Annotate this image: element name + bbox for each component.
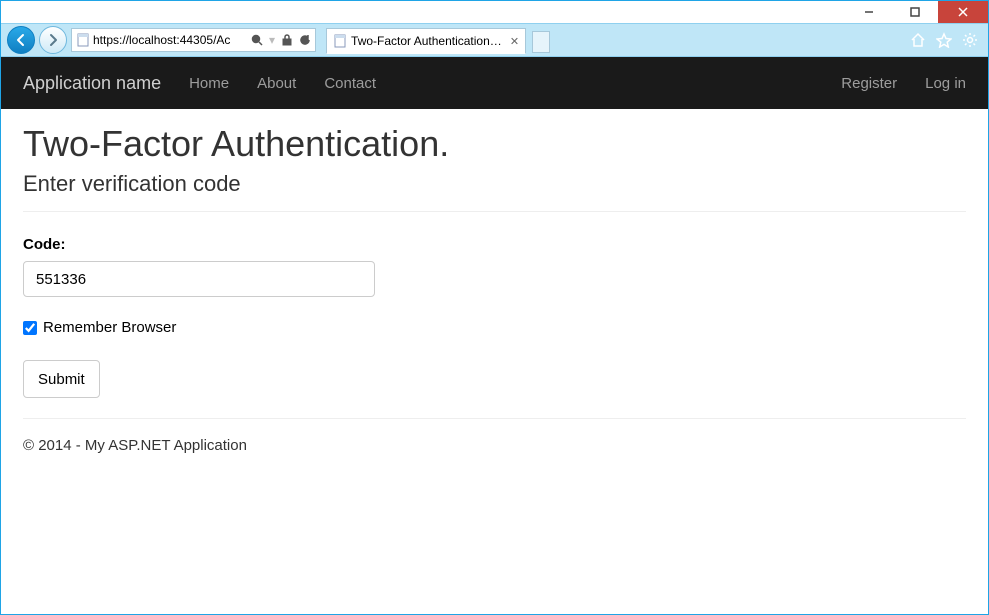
separator: ▾ [269, 33, 275, 47]
verification-form: Code: Remember Browser Submit [23, 212, 966, 418]
page-icon [76, 33, 90, 47]
back-button[interactable] [7, 26, 35, 54]
minimize-button[interactable] [846, 1, 892, 23]
settings-icon[interactable] [962, 32, 978, 48]
nav-link-home[interactable]: Home [189, 75, 229, 92]
new-tab-button[interactable] [532, 31, 550, 53]
site-navbar: Application name Home About Contact Regi… [1, 57, 988, 109]
tab-title: Two-Factor Authentication ... [351, 34, 502, 48]
address-bar-icons: ▾ [251, 33, 311, 47]
code-input[interactable] [23, 261, 375, 297]
window-titlebar [1, 1, 988, 23]
submit-button[interactable]: Submit [23, 360, 100, 398]
lock-icon [281, 34, 293, 46]
page-content: Application name Home About Contact Regi… [1, 57, 988, 614]
page-subheading: Enter verification code [23, 171, 966, 197]
home-icon[interactable] [910, 32, 926, 48]
search-icon[interactable] [251, 34, 263, 46]
remember-row: Remember Browser [23, 319, 966, 336]
remember-checkbox[interactable] [23, 321, 37, 335]
remember-label: Remember Browser [43, 319, 176, 336]
refresh-icon[interactable] [299, 34, 311, 46]
nav-link-login[interactable]: Log in [925, 75, 966, 92]
code-label: Code: [23, 236, 966, 253]
close-button[interactable] [938, 1, 988, 23]
favorites-icon[interactable] [936, 32, 952, 48]
nav-link-register[interactable]: Register [841, 75, 897, 92]
browser-toolbar: ▾ Two-Factor Authentication ... ✕ [1, 23, 988, 57]
brand[interactable]: Application name [23, 73, 161, 94]
browser-window: ▾ Two-Factor Authentication ... ✕ Applic… [0, 0, 989, 615]
page-heading: Two-Factor Authentication. [23, 123, 966, 165]
address-input[interactable] [93, 33, 248, 47]
nav-link-about[interactable]: About [257, 75, 296, 92]
forward-button[interactable] [39, 26, 67, 54]
browser-tab[interactable]: Two-Factor Authentication ... ✕ [326, 28, 526, 54]
toolbar-right-icons [910, 32, 982, 48]
address-bar[interactable]: ▾ [71, 28, 316, 52]
maximize-button[interactable] [892, 1, 938, 23]
page-icon [333, 34, 347, 48]
page-body: Two-Factor Authentication. Enter verific… [1, 109, 988, 486]
tab-close-icon[interactable]: ✕ [510, 35, 519, 48]
nav-link-contact[interactable]: Contact [324, 75, 376, 92]
footer-text: © 2014 - My ASP.NET Application [23, 419, 966, 472]
